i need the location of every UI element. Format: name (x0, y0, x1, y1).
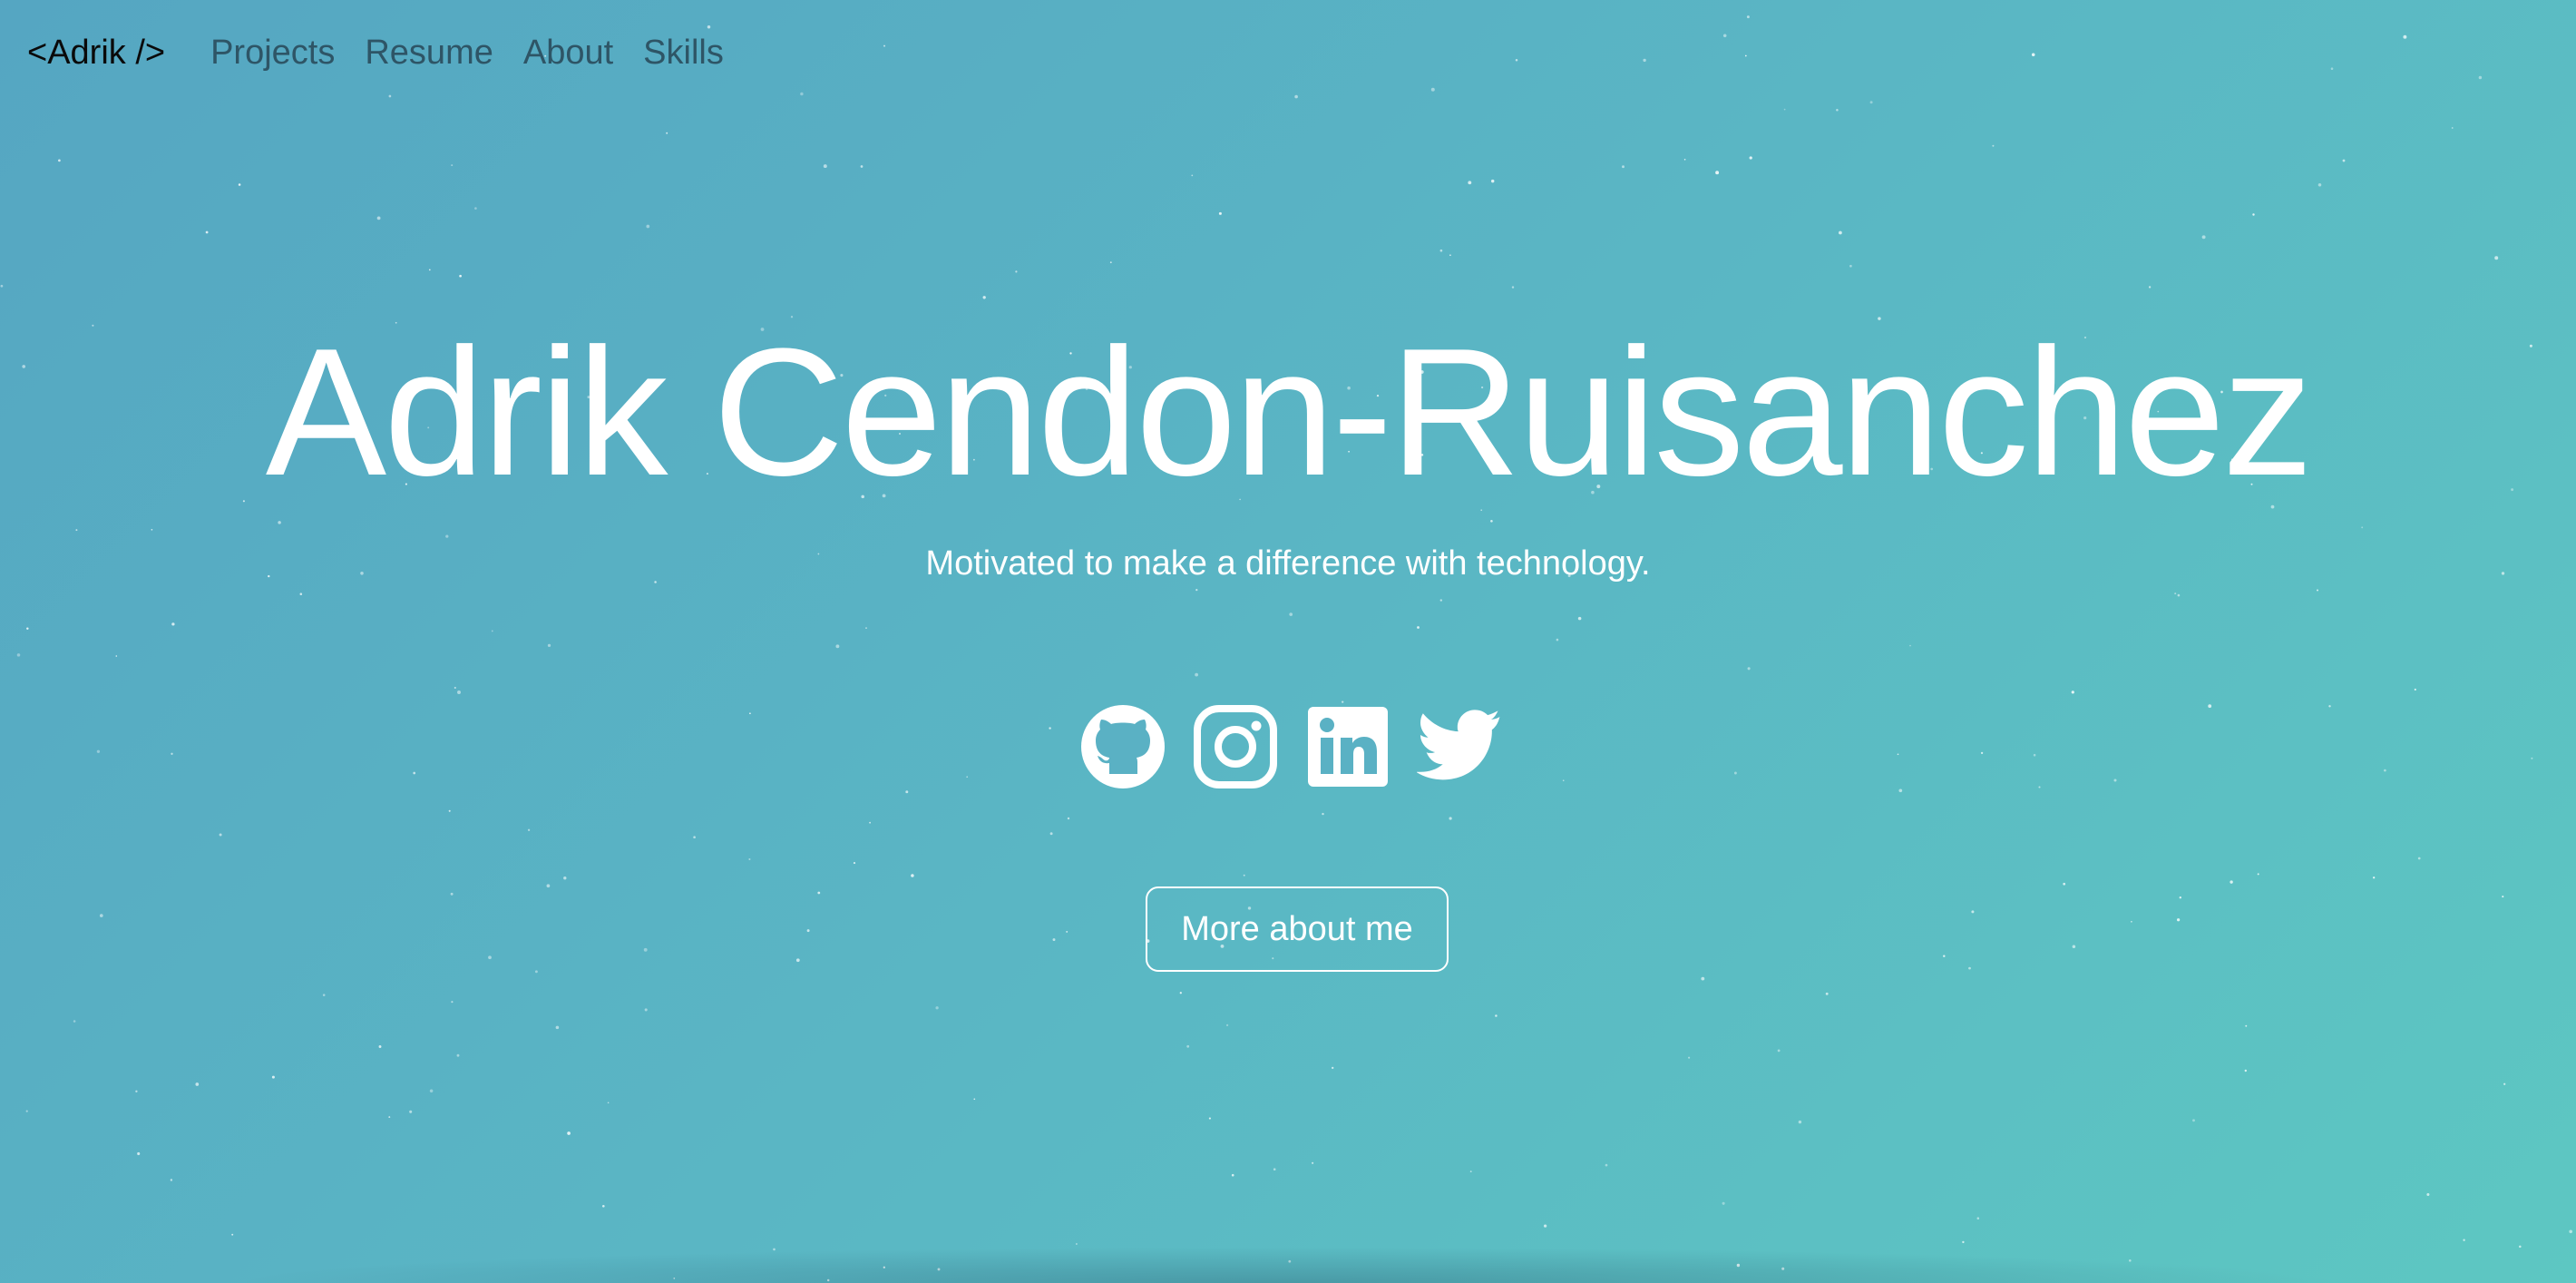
twitter-icon (1417, 710, 1500, 780)
top-navbar: <Adrik /> Projects Resume About Skills (27, 25, 754, 80)
social-links (1079, 703, 1504, 790)
nav-link-about[interactable]: About (523, 34, 613, 73)
hero-tagline: Motivated to make a difference with tech… (925, 544, 1651, 583)
starfield-background (0, 15, 2572, 1282)
more-about-me-button[interactable]: More about me (1146, 886, 1449, 972)
bottom-shadow (227, 1247, 2349, 1283)
nav-link-skills[interactable]: Skills (643, 34, 724, 73)
linkedin-icon (1308, 707, 1388, 787)
instagram-link[interactable] (1192, 703, 1279, 790)
github-link[interactable] (1079, 703, 1166, 790)
linkedin-link[interactable] (1304, 703, 1391, 790)
brand-logo[interactable]: <Adrik /> (27, 34, 165, 73)
hero-name-heading: Adrik Cendon-Ruisanchez (265, 311, 2313, 514)
instagram-icon (1194, 705, 1277, 788)
github-icon (1081, 705, 1165, 788)
twitter-link[interactable] (1417, 703, 1504, 790)
nav-link-projects[interactable]: Projects (210, 34, 335, 73)
nav-link-resume[interactable]: Resume (365, 34, 493, 73)
